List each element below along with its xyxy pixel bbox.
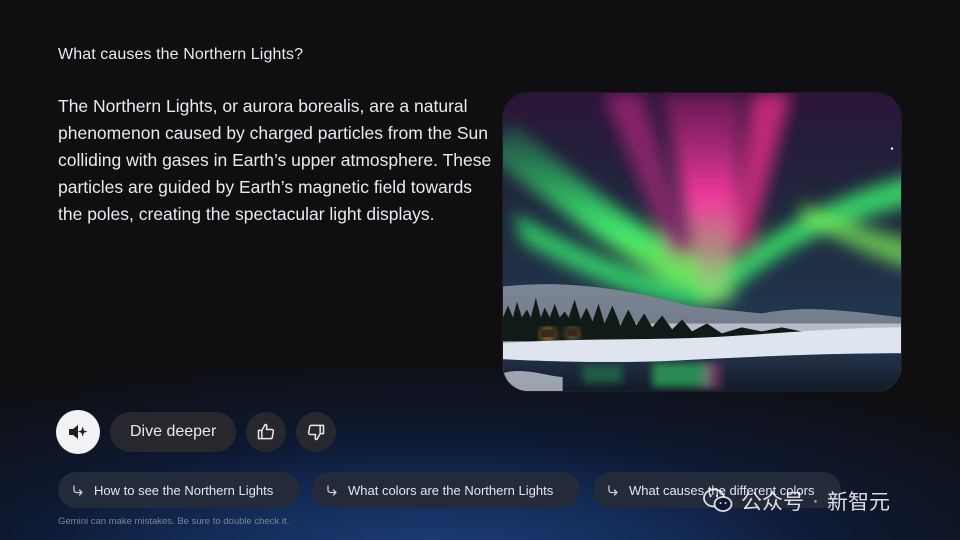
suggestion-label: What colors are the Northern Lights	[348, 482, 554, 498]
disclaimer-text: Gemini can make mistakes. Be sure to dou…	[58, 516, 290, 527]
reply-arrow-icon	[327, 485, 337, 496]
suggestion-label: How to see the Northern Lights	[94, 482, 274, 498]
listen-button[interactable]	[56, 410, 100, 454]
answer-text: The Northern Lights, or aurora borealis,…	[58, 96, 492, 224]
thumbs-up-button[interactable]	[246, 412, 287, 452]
watermark-text: 公众号	[741, 491, 804, 514]
watermark-separator: ·	[812, 489, 819, 512]
dive-deeper-button[interactable]: Dive deeper	[110, 412, 237, 452]
reply-arrow-icon	[73, 485, 83, 496]
watermark-brand: 新智元	[827, 491, 890, 514]
thumbs-up-icon	[258, 423, 275, 440]
watermark: 公众号 · 新智元	[703, 486, 890, 516]
speaker-sparkle-icon	[69, 425, 88, 439]
reply-arrow-icon	[608, 485, 618, 496]
thumbs-down-button[interactable]	[296, 412, 337, 452]
thumbs-down-icon	[308, 424, 325, 441]
user-question: What causes the Northern Lights?	[58, 46, 304, 63]
aurora-image	[502, 92, 902, 392]
suggestion-chip[interactable]: How to see the Northern Lights	[58, 472, 299, 508]
wechat-icon	[703, 488, 733, 512]
suggestion-chip[interactable]: What colors are the Northern Lights	[312, 472, 580, 508]
response-actions: Dive deeper	[56, 410, 337, 454]
